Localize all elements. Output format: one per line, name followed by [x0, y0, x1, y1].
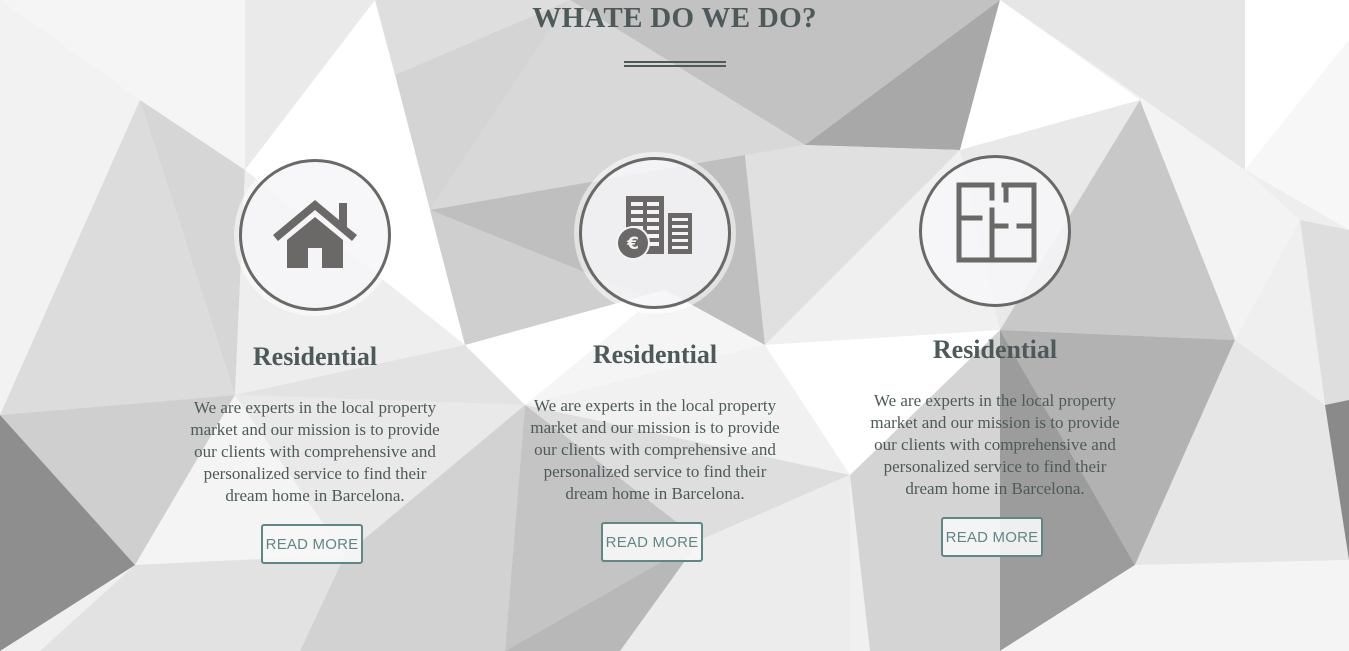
card-description: We are experts in the local property mar… [870, 391, 1120, 498]
read-more-button[interactable]: READ MORE [941, 517, 1043, 557]
card-description: We are experts in the local property mar… [190, 398, 440, 505]
svg-text:€: € [626, 234, 639, 254]
what-we-do-section: WHATE DO WE DO? Residential We are exper… [0, 0, 1349, 651]
read-more-button[interactable]: READ MORE [261, 524, 363, 564]
buildings-euro-icon: € [616, 196, 692, 260]
card-title: Residential [932, 335, 1058, 364]
card-description: We are experts in the local property mar… [530, 396, 780, 503]
service-card: € Residential We are experts in the loca… [505, 0, 805, 651]
service-card: Residential We are experts in the local … [165, 0, 465, 651]
read-more-button[interactable]: READ MORE [601, 522, 703, 562]
icon-circle: € [579, 157, 731, 309]
icon-circle [239, 159, 391, 311]
icon-circle [919, 155, 1071, 307]
card-title: Residential [592, 340, 718, 369]
card-title: Residential [252, 342, 378, 371]
house-icon [273, 200, 357, 268]
floor-plan-icon [956, 182, 1037, 263]
service-card: Residential We are experts in the local … [845, 0, 1145, 651]
